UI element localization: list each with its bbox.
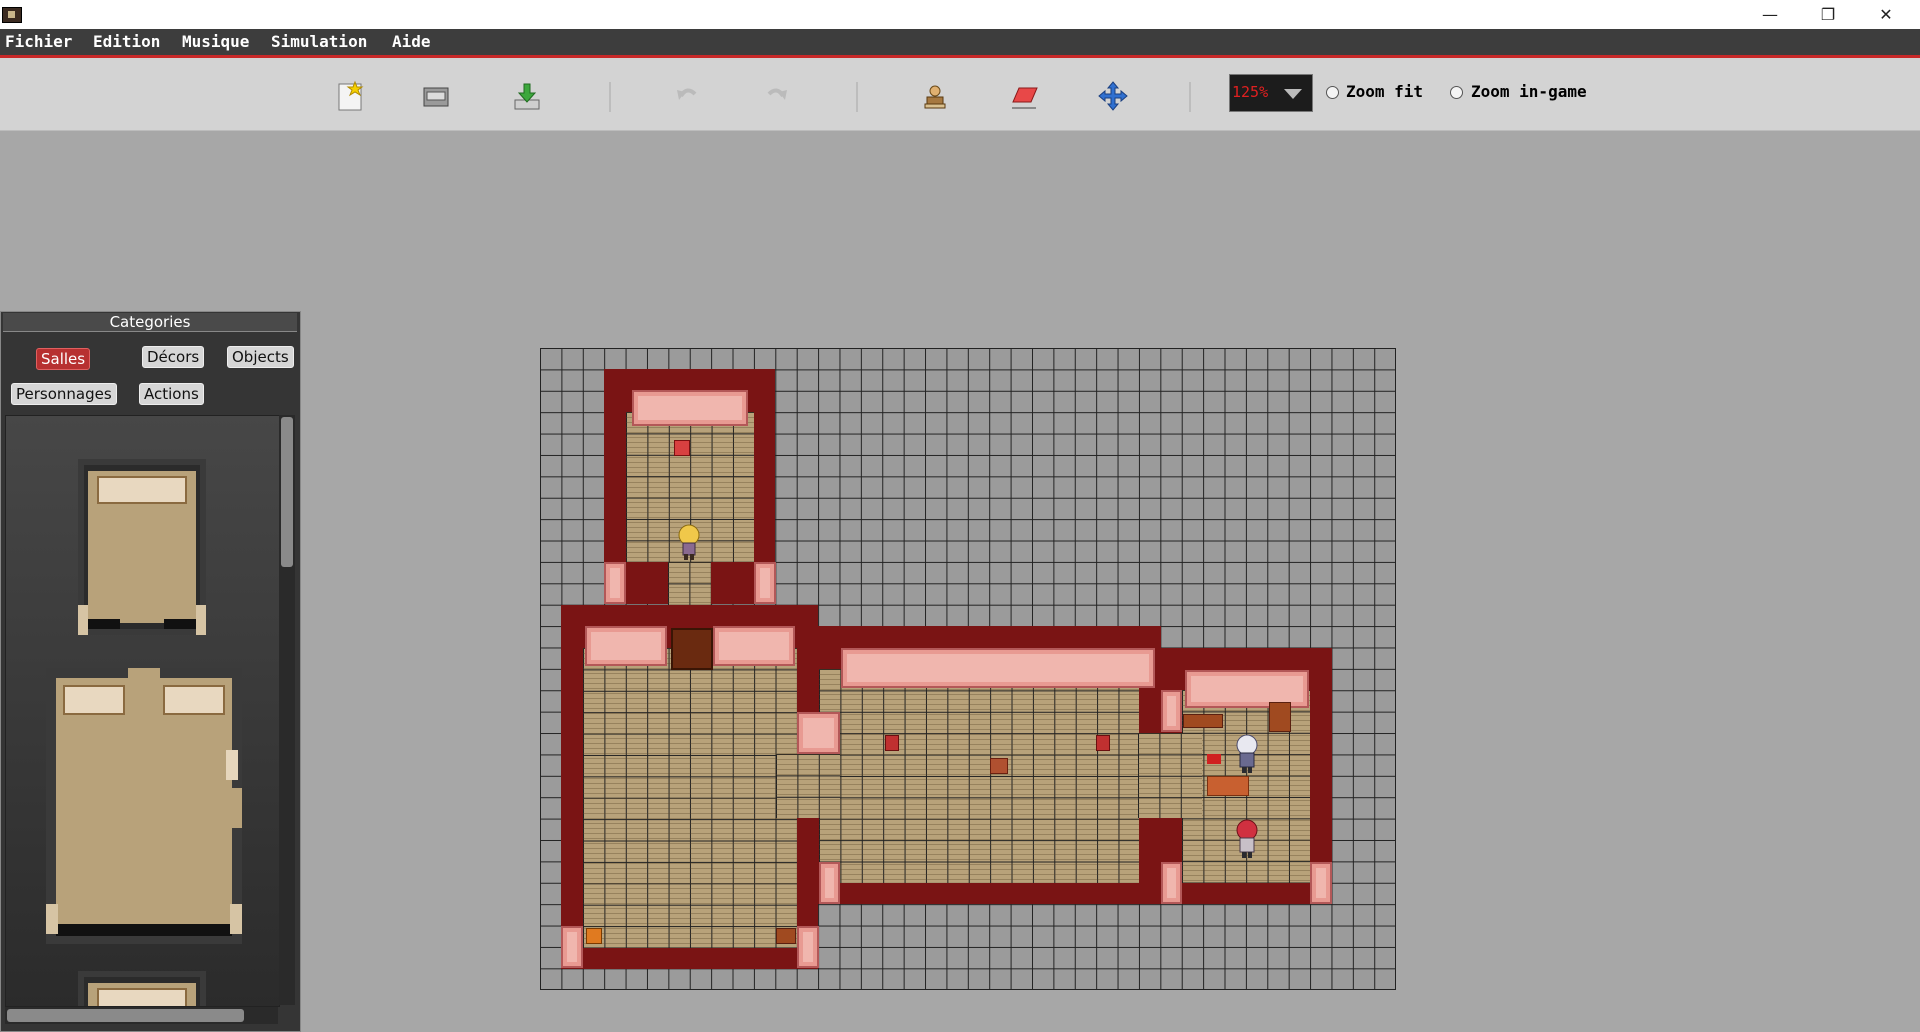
minimize-button[interactable]: — bbox=[1741, 0, 1799, 29]
eraser-button[interactable] bbox=[1004, 76, 1044, 116]
character-sprite[interactable] bbox=[674, 524, 704, 560]
room-pillar bbox=[797, 926, 819, 968]
room-wallpaper bbox=[632, 390, 748, 426]
cabinet-icon[interactable] bbox=[1269, 702, 1291, 732]
shelf-icon[interactable] bbox=[1183, 714, 1223, 728]
character-sprite[interactable] bbox=[1230, 818, 1264, 858]
zoom-ingame-label[interactable]: Zoom in-game bbox=[1471, 82, 1587, 101]
panel-title: Categories bbox=[3, 313, 297, 332]
app-icon bbox=[2, 7, 22, 23]
room-corridor-floor bbox=[776, 754, 840, 818]
room-floor bbox=[819, 669, 1139, 883]
menu-simulation[interactable]: Simulation bbox=[271, 32, 367, 51]
room-small-icon bbox=[78, 459, 206, 635]
item-icon[interactable] bbox=[1096, 735, 1110, 751]
menubar: Fichier Edition Musique Simulation Aide bbox=[0, 29, 1920, 58]
open-file-button[interactable] bbox=[416, 76, 456, 116]
item-icon[interactable] bbox=[990, 758, 1008, 774]
character-blonde-icon bbox=[678, 524, 700, 560]
zoom-value: 125% bbox=[1232, 83, 1269, 101]
room-corridor-floor bbox=[1138, 733, 1202, 818]
eraser-icon bbox=[1012, 87, 1038, 109]
open-file-icon bbox=[423, 87, 449, 107]
tab-salles[interactable]: Salles bbox=[36, 348, 91, 370]
crate-icon[interactable] bbox=[776, 928, 796, 944]
tab-decors[interactable]: Décors bbox=[142, 346, 205, 368]
window-titlebar: — ❐ ✕ bbox=[0, 0, 1920, 29]
room-pillar bbox=[1161, 862, 1182, 904]
character-stamp-button[interactable] bbox=[915, 76, 955, 116]
tab-actions[interactable]: Actions bbox=[139, 383, 204, 405]
room-pillar bbox=[819, 862, 840, 904]
toolbar-separator bbox=[856, 82, 858, 112]
tab-objects[interactable]: Objects bbox=[227, 346, 294, 368]
table-icon[interactable] bbox=[1207, 776, 1249, 796]
room-pillar bbox=[1161, 690, 1182, 732]
map-canvas[interactable] bbox=[540, 348, 1396, 990]
room-list[interactable] bbox=[5, 415, 280, 1007]
close-button[interactable]: ✕ bbox=[1857, 0, 1915, 29]
undo-icon bbox=[677, 88, 697, 100]
redo-icon bbox=[767, 88, 787, 100]
character-maid-icon bbox=[1236, 734, 1258, 773]
room-wallpaper bbox=[841, 648, 1155, 688]
room-pillar bbox=[604, 562, 626, 604]
room-small-icon bbox=[78, 971, 206, 1006]
zoom-fit-radio[interactable] bbox=[1326, 86, 1339, 99]
chevron-down-icon bbox=[1284, 89, 1302, 99]
item-icon[interactable] bbox=[1207, 754, 1221, 764]
new-file-icon bbox=[338, 80, 364, 111]
room-pillar bbox=[797, 712, 840, 754]
vertical-scrollbar[interactable] bbox=[279, 415, 295, 1005]
menu-musique[interactable]: Musique bbox=[182, 32, 249, 51]
menu-edition[interactable]: Edition bbox=[93, 32, 160, 51]
tab-personnages[interactable]: Personnages bbox=[11, 383, 117, 405]
room-pillar bbox=[754, 562, 776, 604]
item-icon[interactable] bbox=[885, 735, 899, 751]
restore-button[interactable]: ❐ bbox=[1799, 0, 1857, 29]
character-redhead-icon bbox=[1236, 819, 1258, 858]
character-sprite[interactable] bbox=[1230, 733, 1264, 773]
room-floor bbox=[583, 648, 797, 948]
toolbar: 125% Zoom fit Zoom in-game bbox=[0, 58, 1920, 131]
save-button[interactable] bbox=[507, 76, 547, 116]
room-wallpaper bbox=[585, 626, 667, 666]
move-icon bbox=[1098, 81, 1128, 111]
item-icon[interactable] bbox=[586, 928, 602, 944]
save-icon bbox=[514, 83, 540, 110]
scroll-thumb[interactable] bbox=[7, 1009, 244, 1022]
zoom-dropdown[interactable]: 125% bbox=[1229, 74, 1313, 112]
item-icon[interactable] bbox=[674, 440, 690, 456]
room-pillar bbox=[561, 926, 583, 968]
scroll-thumb[interactable] bbox=[281, 417, 293, 567]
room-wallpaper bbox=[713, 626, 795, 666]
room-thumbnail[interactable] bbox=[78, 459, 206, 635]
new-file-button[interactable] bbox=[331, 76, 371, 116]
undo-button[interactable] bbox=[667, 76, 707, 116]
zoom-fit-label[interactable]: Zoom fit bbox=[1346, 82, 1423, 101]
move-button[interactable] bbox=[1093, 76, 1133, 116]
toolbar-separator bbox=[609, 82, 611, 112]
room-thumbnail[interactable] bbox=[78, 971, 206, 1006]
door-icon[interactable] bbox=[671, 628, 713, 670]
categories-panel: Categories Salles Décors Objects Personn… bbox=[0, 311, 301, 1032]
zoom-ingame-radio[interactable] bbox=[1450, 86, 1463, 99]
redo-button[interactable] bbox=[757, 76, 797, 116]
toolbar-separator bbox=[1189, 82, 1191, 112]
room-large-icon bbox=[46, 668, 242, 944]
menu-aide[interactable]: Aide bbox=[392, 32, 431, 51]
room-thumbnail[interactable] bbox=[46, 668, 242, 944]
menu-fichier[interactable]: Fichier bbox=[5, 32, 72, 51]
room-pillar bbox=[1310, 862, 1332, 904]
character-stamp-icon bbox=[924, 85, 946, 109]
horizontal-scrollbar[interactable] bbox=[5, 1007, 278, 1024]
